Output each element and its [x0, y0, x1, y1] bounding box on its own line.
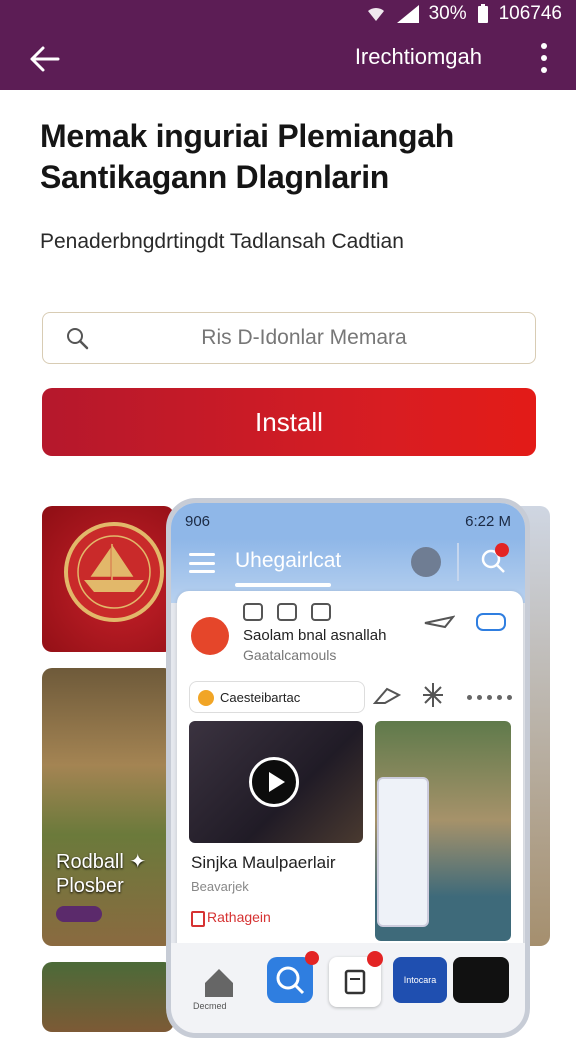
- more-horiz-icon[interactable]: [467, 695, 512, 700]
- divider: [457, 543, 459, 581]
- home-icon[interactable]: [199, 963, 239, 1003]
- signal-icon: [396, 5, 419, 23]
- page-subtitle: Penaderbngdrtingdt Tadlansah Cadtian: [40, 230, 404, 253]
- phone-status-mid: 906: [185, 512, 211, 530]
- install-button[interactable]: Install: [42, 388, 536, 456]
- nav-search-button[interactable]: [267, 957, 313, 1003]
- nav-brand-button[interactable]: Intocara: [393, 957, 447, 1003]
- village-card-caption: Rodball ✦ Plosber: [56, 851, 147, 897]
- search-input[interactable]: Ris D-Idonlar Memara: [42, 312, 536, 364]
- phone-status-time: 6:22 M: [465, 512, 511, 530]
- more-vert-icon[interactable]: [540, 43, 548, 73]
- status-bar: 30% 106746: [0, 0, 576, 28]
- gear-icon[interactable]: [411, 547, 441, 577]
- feature-card-bottom[interactable]: [42, 962, 174, 1032]
- chip-dot-icon: [198, 690, 214, 706]
- gallery-image[interactable]: [375, 721, 511, 941]
- feature-card-emblem[interactable]: [42, 506, 174, 652]
- wifi-icon: [367, 7, 384, 22]
- video-tag[interactable]: Rathagein: [191, 909, 271, 927]
- mini-phone-image: [377, 777, 429, 927]
- home-label: Decmed: [193, 1001, 227, 1011]
- plane-icon[interactable]: [423, 611, 455, 633]
- notification-badge: [495, 543, 509, 557]
- panel-title: Saolam bnal asnallah: [243, 627, 387, 644]
- feature-card-village[interactable]: Rodball ✦ Plosber: [42, 668, 174, 946]
- panel-subtitle: Gaatalcamouls: [243, 647, 337, 663]
- play-icon[interactable]: [249, 757, 299, 807]
- app-bar-title: Irechtiomgah: [354, 44, 482, 69]
- chip-label: Caesteibartac: [220, 689, 301, 705]
- ship-emblem-icon: [64, 522, 164, 622]
- sparkle-icon[interactable]: [421, 681, 445, 709]
- phone-app-title: Uhegairlcat: [235, 549, 342, 572]
- back-arrow-icon[interactable]: [28, 42, 62, 76]
- video-title: Sinjka Maulpaerlair: [191, 853, 336, 872]
- app-bar: Irechtiomgah: [0, 28, 576, 90]
- nav-profile-button[interactable]: [453, 957, 509, 1003]
- download-icon[interactable]: [311, 603, 331, 621]
- publisher-logo: [191, 617, 229, 655]
- category-chip[interactable]: Caesteibartac: [189, 681, 365, 713]
- wifi-signal-icon[interactable]: [475, 611, 507, 633]
- nav-search-icon: [276, 966, 305, 995]
- nav-document-badge: [367, 951, 383, 967]
- share-icon[interactable]: [243, 603, 263, 621]
- panel-toolbar: [243, 603, 331, 621]
- battery-percent: 30%: [428, 3, 467, 24]
- nav-search-badge: [305, 951, 319, 965]
- video-subtitle: Beavarjek: [191, 879, 249, 894]
- phone-mockup: 906 6:22 M Uhegairlcat Saolam bnal asnal…: [166, 498, 530, 1038]
- status-time: 106746: [498, 3, 562, 24]
- battery-icon: [477, 4, 488, 23]
- video-thumbnail[interactable]: [189, 721, 363, 843]
- gallery-icon[interactable]: [277, 603, 297, 621]
- hamburger-menu-icon[interactable]: [189, 553, 215, 573]
- phone-status-bar: 906 6:22 M: [171, 503, 525, 539]
- search-placeholder: Ris D-Idonlar Memara: [201, 326, 407, 349]
- page-title: Memak inguriai Plemiangah Santikagann Dl…: [40, 118, 454, 195]
- title-underline: [235, 583, 331, 587]
- forward-icon[interactable]: [373, 685, 401, 707]
- village-card-pill[interactable]: [56, 906, 102, 922]
